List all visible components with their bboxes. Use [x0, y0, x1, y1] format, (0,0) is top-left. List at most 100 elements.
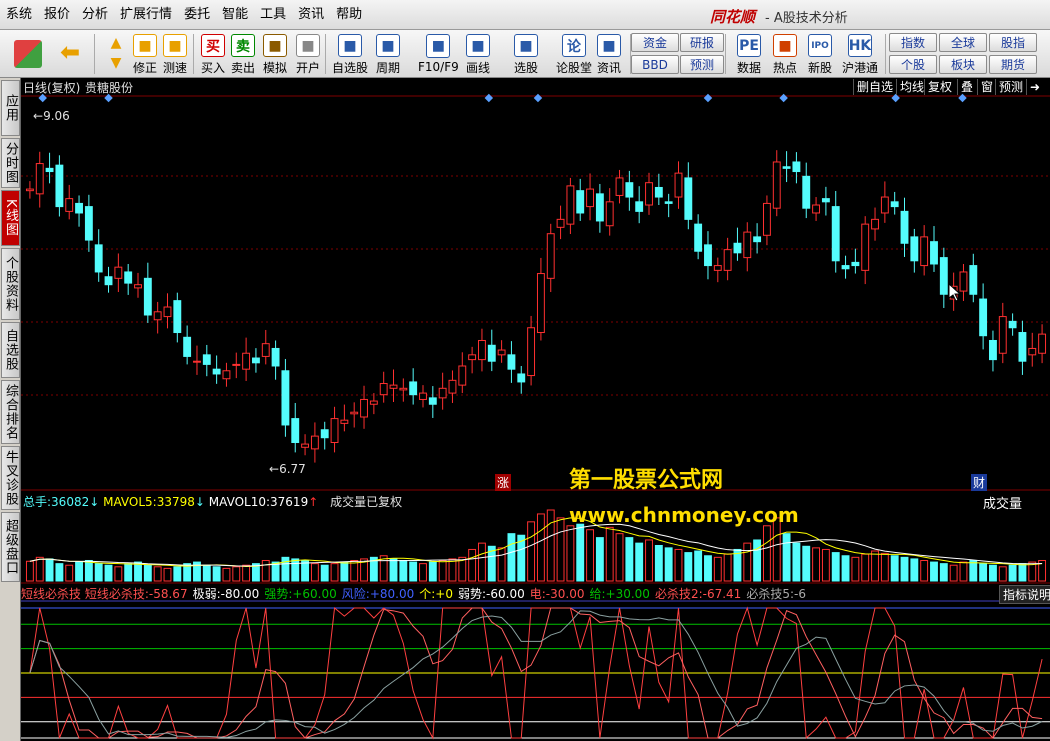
indicator-item-label: 风险: [341, 587, 370, 601]
candle-body [1018, 332, 1027, 362]
toolbar-box-3[interactable]: 预测 [680, 55, 724, 74]
right-tab-2[interactable]: 复权 [924, 79, 955, 95]
volume-header: 总手:36082↓ MAVOL5:33798↓ MAVOL10:37619↑ 成… [23, 495, 403, 509]
candle-body [55, 164, 64, 208]
f10-button[interactable]: ■ F10/F9 [418, 32, 459, 76]
forum-button[interactable]: 论论股堂 [556, 32, 592, 76]
menu-item[interactable]: 系统 [0, 0, 38, 30]
volume-bar [762, 525, 771, 582]
candle-body [723, 249, 732, 271]
volume-title[interactable]: 成交量 [983, 493, 1022, 512]
toolbar-box-9[interactable]: 期货 [989, 55, 1037, 74]
volume-bar [1008, 564, 1017, 582]
right-tab-0[interactable]: 删自选 [853, 79, 896, 95]
ipo-button[interactable]: IPO 新股 [808, 32, 832, 76]
candle-body [419, 392, 427, 400]
app-grid-icon[interactable] [14, 32, 42, 76]
toolbar-box-1[interactable]: BBD [631, 55, 679, 74]
refresh-icon: ■ [133, 34, 157, 57]
candle-body [163, 306, 172, 318]
select-stock-label: 选股 [514, 61, 539, 75]
side-tab-5[interactable]: 综合排名 [1, 380, 20, 444]
volume-ma-line [29, 517, 1043, 567]
volume-bar [566, 525, 575, 582]
candle-body [389, 384, 398, 389]
pen-label: 画线 [466, 61, 491, 75]
candle-body [350, 411, 359, 415]
candle-body [772, 161, 781, 209]
right-tab-5[interactable]: 预测 [995, 79, 1026, 95]
right-tab-4[interactable]: 窗 [977, 79, 996, 95]
volume-bar [615, 533, 624, 582]
side-tab-4[interactable]: 自选股 [1, 322, 20, 378]
clock-button[interactable]: ■ 测速 [163, 32, 187, 76]
volume-bar [143, 564, 152, 582]
side-tab-0[interactable]: 应用 [1, 80, 20, 136]
pe-button[interactable]: PE 数据 [737, 32, 761, 76]
side-tab-3[interactable]: 个股资料 [1, 248, 20, 320]
menu-item[interactable]: 智能 [216, 0, 254, 30]
lock-icon: ■ [296, 34, 320, 57]
menu-item[interactable]: 工具 [254, 0, 292, 30]
side-tab-1[interactable]: 分时图 [1, 138, 20, 188]
volume-bar [546, 509, 555, 582]
indicator-help-button[interactable]: 指标说明 [999, 585, 1050, 604]
menu-item[interactable]: 委托 [178, 0, 216, 30]
volume-bar [979, 563, 988, 582]
menu-item[interactable]: 扩展行情 [114, 0, 178, 30]
toolbar-box-6[interactable]: 股指 [989, 33, 1037, 52]
sell-button[interactable]: 卖卖出 [231, 32, 255, 76]
hk-connect-label: 沪港通 [842, 61, 879, 75]
candle-body [989, 339, 997, 361]
select-stock-button[interactable]: ■ 选股 [514, 32, 538, 76]
toolbar-box-7[interactable]: 个股 [889, 55, 937, 74]
candle-body [84, 206, 93, 241]
menu-item[interactable]: 报价 [38, 0, 76, 30]
volume-bar [468, 548, 477, 582]
candle-body [409, 381, 418, 396]
candle-body [458, 365, 467, 386]
star-folder-button[interactable]: ■ 自选股 [332, 32, 368, 76]
volume-bar [723, 553, 732, 582]
volume-bar [242, 564, 251, 582]
up-button[interactable]: ▲ ▼ [104, 32, 128, 76]
side-tab-7[interactable]: 超级盘口 [1, 512, 20, 582]
volume-bar [605, 526, 614, 582]
side-tabs: 应用分时图 K线图个股资料自选股综合排名牛叉诊股超级盘口 [0, 78, 21, 741]
toolbar-box-4[interactable]: 指数 [889, 33, 937, 52]
candle-body [487, 344, 496, 362]
hk-connect-button[interactable]: HK 沪港通 [842, 32, 878, 76]
menu-item[interactable]: 分析 [76, 0, 114, 30]
candle-body [310, 435, 319, 450]
volume-bar [173, 566, 182, 582]
candle-body [910, 236, 919, 262]
hot-button[interactable]: ■ 热点 [773, 32, 797, 76]
lock-button[interactable]: ■ 开户 [296, 32, 320, 76]
indicator-item-value: -67.41 [702, 587, 742, 601]
right-tab-3[interactable]: 叠 [957, 79, 976, 95]
refresh-button[interactable]: ■ 修正 [133, 32, 157, 76]
buy-button[interactable]: 买买入 [201, 32, 225, 76]
hammer-button[interactable]: ■ 模拟 [263, 32, 287, 76]
back-button[interactable]: ⬅ [58, 32, 82, 76]
right-tab-1[interactable]: 均线 [896, 79, 927, 95]
event-diamond-icon [958, 93, 967, 103]
toolbar-box-2[interactable]: 研报 [680, 33, 724, 52]
news-button[interactable]: ■ 资讯 [597, 32, 621, 76]
toolbar-box-0[interactable]: 资金 [631, 33, 679, 52]
scroll-right-icon[interactable]: ➜ [1026, 79, 1043, 95]
menu-item[interactable]: 帮助 [330, 0, 368, 30]
toolbar-box-5[interactable]: 全球 [939, 33, 987, 52]
candle-body [566, 185, 575, 225]
candle-body [821, 198, 830, 203]
side-tab-6[interactable]: 牛叉诊股 [1, 446, 20, 510]
menu-item[interactable]: 资讯 [292, 0, 330, 30]
side-tab-2[interactable]: K线图 [1, 190, 20, 246]
candle-body [134, 284, 142, 289]
indicator-name[interactable]: 短线必杀技 [21, 587, 81, 601]
period-button[interactable]: ■ 周期 [376, 32, 400, 76]
candle-body [222, 370, 231, 380]
toolbar-box-8[interactable]: 板块 [939, 55, 987, 74]
pen-button[interactable]: ■ 画线 [466, 32, 490, 76]
candle-body [861, 223, 870, 271]
